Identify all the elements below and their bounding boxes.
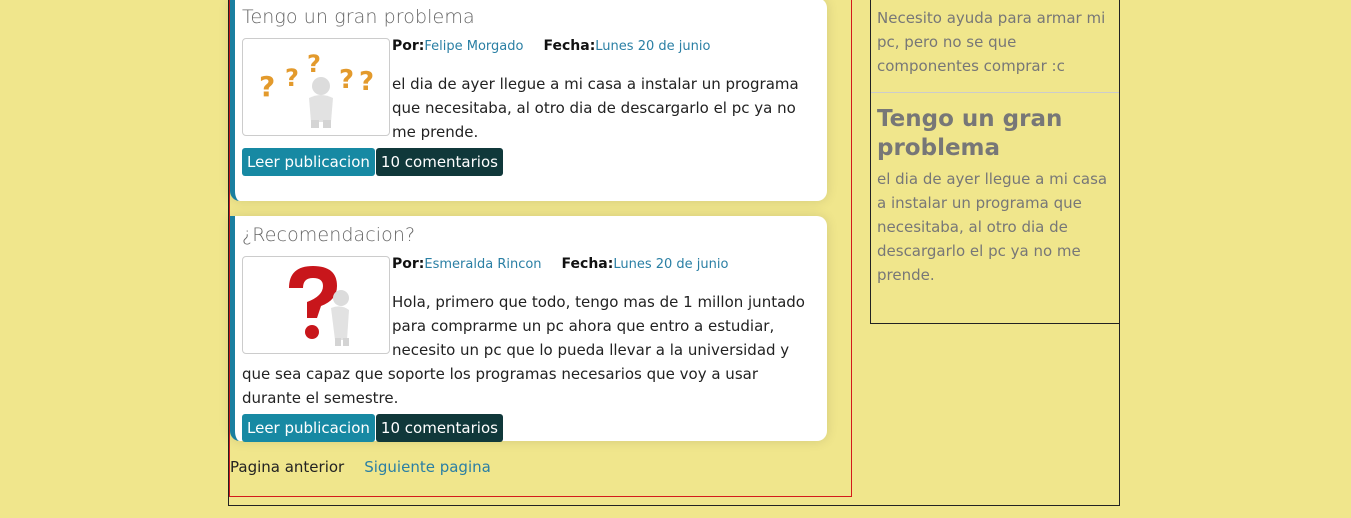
sidebar-snippet: Necesito ayuda para armar mi pc, pero no… — [877, 9, 1106, 75]
date-label: Fecha: — [561, 256, 614, 272]
post-title: ¿Recomendacion? — [242, 224, 416, 246]
date-value: Lunes 20 de junio — [613, 257, 729, 272]
red-question-figure-icon — [242, 256, 390, 354]
pagination: Pagina anterior Siguiente pagina — [230, 458, 491, 476]
author-link[interactable]: Felipe Morgado — [424, 39, 523, 54]
post-title: Tengo un gran problema — [242, 6, 475, 28]
comments-button[interactable]: 10 comentarios — [375, 148, 503, 176]
post-card: ¿Recomendacion? Por:Esmeralda Rincon Fech… — [230, 216, 827, 442]
svg-text:?: ? — [307, 50, 321, 78]
next-page-link[interactable]: Siguiente pagina — [364, 458, 491, 476]
post-actions: Leer publicacion 10 comentarios — [242, 144, 819, 176]
sidebar-item-body: el dia de ayer llegue a mi casa a instal… — [877, 170, 1108, 284]
svg-text:?: ? — [285, 64, 299, 92]
svg-text:?: ? — [359, 67, 374, 97]
date-label: Fecha: — [543, 38, 596, 54]
read-post-button[interactable]: Leer publicacion — [242, 414, 375, 442]
sidebar-divider — [871, 92, 1119, 93]
svg-text:?: ? — [259, 70, 275, 103]
post-actions: Leer publicacion 10 comentarios — [242, 410, 819, 442]
svg-text:?: ? — [339, 65, 354, 95]
comments-button[interactable]: 10 comentarios — [375, 414, 503, 442]
previous-page-link[interactable]: Pagina anterior — [230, 458, 344, 476]
question-marks-figure-icon: ? ? ? ? ? — [242, 38, 390, 136]
author-label: Por: — [392, 38, 425, 54]
sidebar: Necesito ayuda para armar mi pc, pero no… — [870, 0, 1120, 324]
author-label: Por: — [392, 256, 425, 272]
read-post-button[interactable]: Leer publicacion — [242, 148, 375, 176]
author-link[interactable]: Esmeralda Rincon — [424, 257, 541, 272]
date-value: Lunes 20 de junio — [595, 39, 711, 54]
sidebar-item-title[interactable]: Tengo un gran problema — [871, 105, 1119, 163]
post-card: Tengo un gran problema ? ? ? ? ? Por:Fel… — [230, 0, 827, 201]
